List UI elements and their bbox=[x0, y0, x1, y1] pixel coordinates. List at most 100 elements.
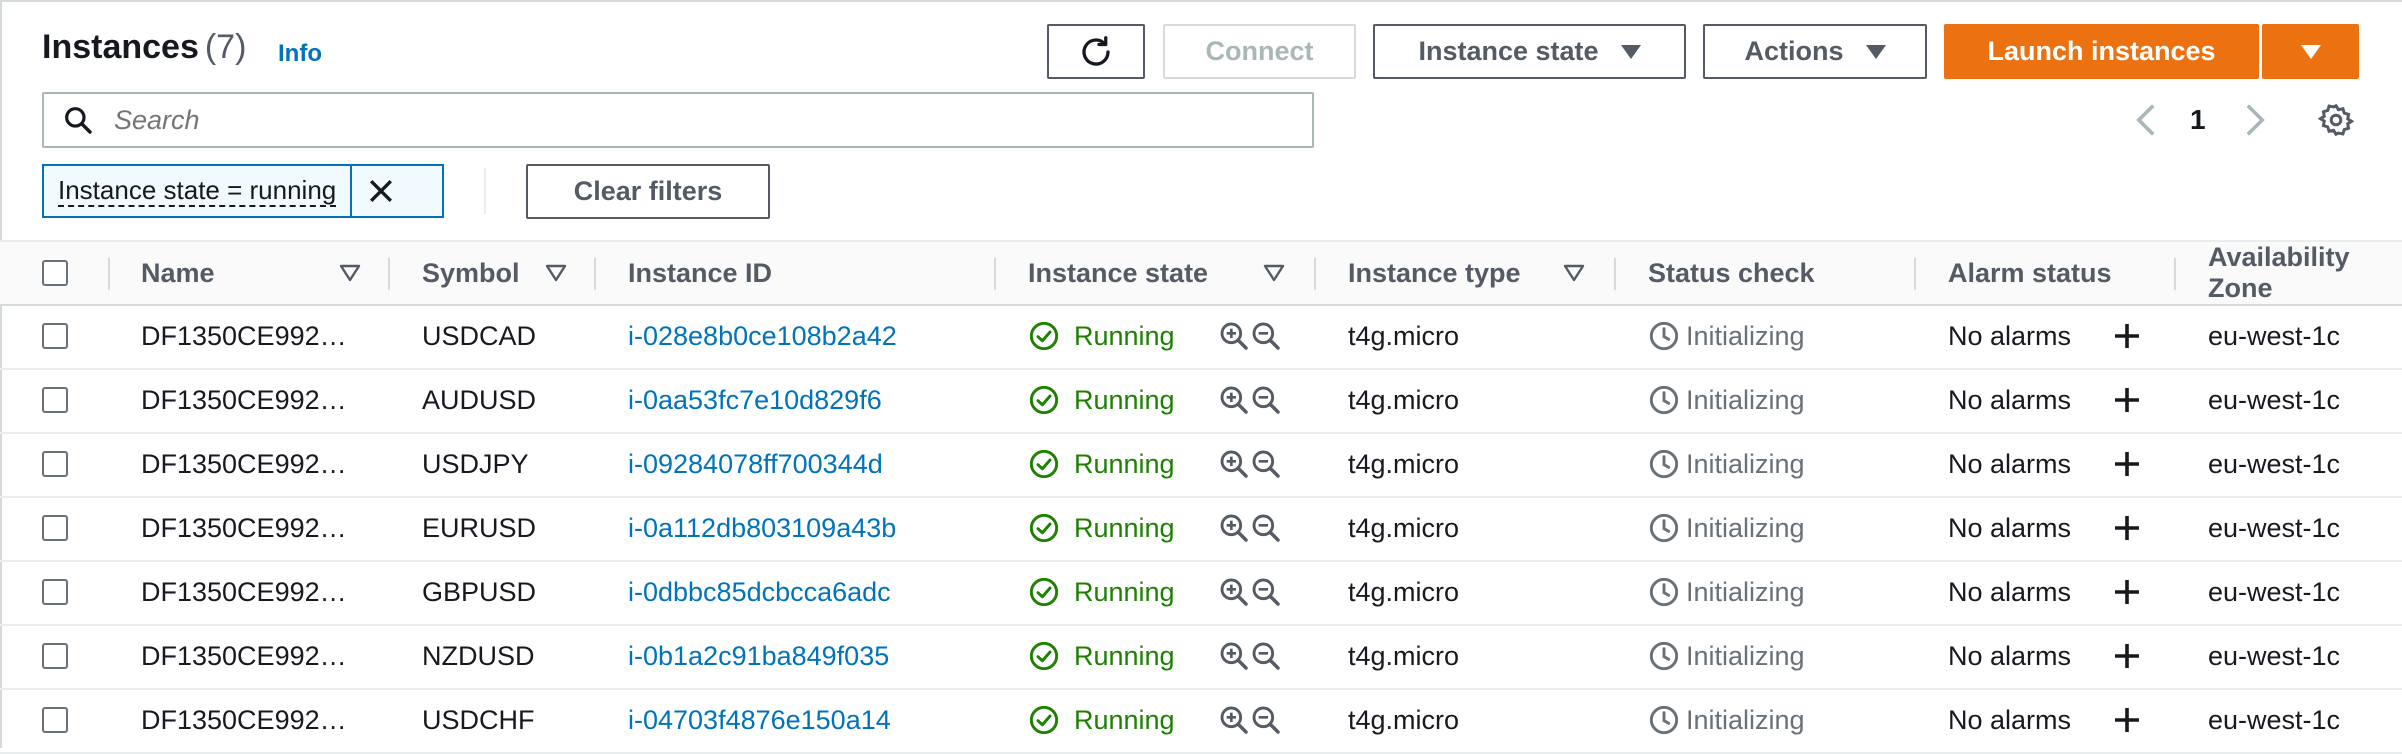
sort-icon[interactable] bbox=[339, 264, 361, 282]
instance-type: t4g.micro bbox=[1348, 576, 1460, 607]
check-circle-icon bbox=[1029, 705, 1059, 735]
row-checkbox[interactable] bbox=[42, 579, 68, 605]
info-link[interactable]: Info bbox=[278, 40, 322, 68]
clock-icon bbox=[1649, 577, 1679, 607]
column-header-name[interactable]: Name bbox=[141, 242, 215, 304]
column-separator bbox=[594, 258, 596, 290]
close-icon bbox=[370, 180, 393, 202]
search-box[interactable] bbox=[42, 92, 1314, 148]
zoom-out-icon[interactable] bbox=[1250, 448, 1282, 480]
clear-filters-button[interactable]: Clear filters bbox=[526, 164, 770, 219]
instance-id-link[interactable]: i-028e8b0ce108b2a42 bbox=[628, 304, 897, 368]
zoom-out-icon[interactable] bbox=[1250, 704, 1282, 736]
zoom-out-icon[interactable] bbox=[1250, 640, 1282, 672]
plus-icon bbox=[2115, 324, 2139, 348]
instance-state-text: Running bbox=[1074, 320, 1175, 351]
status-check-text: Initializing bbox=[1686, 448, 1805, 479]
actions-dropdown[interactable]: Actions bbox=[1703, 24, 1927, 79]
launch-options-dropdown[interactable] bbox=[2262, 24, 2359, 79]
next-page-icon[interactable] bbox=[2242, 102, 2268, 138]
column-header-instance-type[interactable]: Instance type bbox=[1348, 242, 1521, 304]
instance-id-link[interactable]: i-0dbbc85dcbcca6adc bbox=[628, 560, 891, 624]
zoom-in-icon[interactable] bbox=[1218, 640, 1250, 672]
row-checkbox[interactable] bbox=[42, 643, 68, 669]
column-header-instance-id[interactable]: Instance ID bbox=[628, 242, 772, 304]
instance-count: (7) bbox=[204, 28, 247, 66]
zoom-in-icon[interactable] bbox=[1218, 512, 1250, 544]
plus-icon bbox=[2115, 708, 2139, 732]
zoom-out-icon[interactable] bbox=[1250, 384, 1282, 416]
zoom-in-icon[interactable] bbox=[1218, 384, 1250, 416]
check-circle-icon bbox=[1029, 641, 1059, 671]
instance-type: t4g.micro bbox=[1348, 512, 1460, 543]
row-checkbox[interactable] bbox=[42, 515, 68, 541]
table-row[interactable]: DF1350CE992… USDJPY i-09284078ff700344d … bbox=[0, 432, 2402, 498]
instance-state: Running bbox=[1028, 368, 1175, 432]
sort-icon[interactable] bbox=[1263, 264, 1285, 282]
add-alarm-button[interactable] bbox=[2112, 432, 2142, 496]
add-alarm-button[interactable] bbox=[2112, 496, 2142, 560]
column-header-instance-state[interactable]: Instance state bbox=[1028, 242, 1208, 304]
add-alarm-button[interactable] bbox=[2112, 688, 2142, 752]
column-header-alarm-status[interactable]: Alarm status bbox=[1948, 242, 2112, 304]
connect-button[interactable]: Connect bbox=[1163, 24, 1356, 79]
zoom-in-icon[interactable] bbox=[1218, 448, 1250, 480]
select-all-checkbox[interactable] bbox=[42, 260, 68, 286]
instance-symbol: GBPUSD bbox=[422, 576, 537, 607]
instance-name: DF1350CE992… bbox=[141, 576, 347, 607]
remove-filter-button[interactable] bbox=[352, 166, 410, 216]
state-zoom-controls bbox=[1218, 496, 1282, 560]
column-header-availability-zone[interactable]: Availability Zone bbox=[2208, 242, 2402, 304]
table-row[interactable]: DF1350CE992… NZDUSD i-0b1a2c91ba849f035 … bbox=[0, 624, 2402, 690]
zoom-out-icon[interactable] bbox=[1250, 320, 1282, 352]
add-alarm-button[interactable] bbox=[2112, 304, 2142, 368]
table-header: Name Symbol Instance ID Instance state I… bbox=[0, 240, 2402, 306]
state-zoom-controls bbox=[1218, 688, 1282, 752]
filter-token-label[interactable]: Instance state = running bbox=[44, 166, 353, 216]
instance-id-link[interactable]: i-04703f4876e150a14 bbox=[628, 688, 891, 752]
current-page[interactable]: 1 bbox=[2190, 104, 2206, 136]
zoom-in-icon[interactable] bbox=[1218, 576, 1250, 608]
instance-symbol: USDCAD bbox=[422, 320, 537, 351]
zoom-in-icon[interactable] bbox=[1218, 320, 1250, 352]
availability-zone: eu-west-1c bbox=[2208, 384, 2341, 415]
table-row[interactable]: DF1350CE992… GBPUSD i-0dbbc85dcbcca6adc … bbox=[0, 560, 2402, 626]
add-alarm-button[interactable] bbox=[2112, 624, 2142, 688]
add-alarm-button[interactable] bbox=[2112, 368, 2142, 432]
sort-icon[interactable] bbox=[1563, 264, 1585, 282]
zoom-out-icon[interactable] bbox=[1250, 512, 1282, 544]
instance-id-link[interactable]: i-0a112db803109a43b bbox=[628, 496, 896, 560]
instance-id-link[interactable]: i-0aa53fc7e10d829f6 bbox=[628, 368, 882, 432]
instance-name: DF1350CE992… bbox=[141, 448, 347, 479]
instance-state-dropdown[interactable]: Instance state bbox=[1373, 24, 1686, 79]
instance-name: DF1350CE992… bbox=[141, 704, 347, 735]
launch-instances-button[interactable]: Launch instances bbox=[1944, 24, 2259, 79]
plus-icon bbox=[2115, 644, 2139, 668]
row-checkbox[interactable] bbox=[42, 707, 68, 733]
table-row[interactable]: DF1350CE992… AUDUSD i-0aa53fc7e10d829f6 … bbox=[0, 368, 2402, 434]
refresh-button[interactable] bbox=[1047, 24, 1145, 79]
column-separator bbox=[1914, 258, 1916, 290]
alarm-status: No alarms bbox=[1948, 320, 2072, 351]
alarm-status: No alarms bbox=[1948, 576, 2072, 607]
status-check-text: Initializing bbox=[1686, 576, 1805, 607]
search-input[interactable] bbox=[112, 103, 1296, 137]
row-checkbox[interactable] bbox=[42, 323, 68, 349]
table-row[interactable]: DF1350CE992… USDCHF i-04703f4876e150a14 … bbox=[0, 688, 2402, 754]
row-checkbox[interactable] bbox=[42, 387, 68, 413]
instance-id-link[interactable]: i-09284078ff700344d bbox=[628, 432, 883, 496]
check-circle-icon bbox=[1029, 513, 1059, 543]
clock-icon bbox=[1649, 385, 1679, 415]
gear-icon[interactable] bbox=[2318, 102, 2354, 138]
table-row[interactable]: DF1350CE992… EURUSD i-0a112db803109a43b … bbox=[0, 496, 2402, 562]
row-checkbox[interactable] bbox=[42, 451, 68, 477]
zoom-in-icon[interactable] bbox=[1218, 704, 1250, 736]
sort-icon[interactable] bbox=[545, 264, 567, 282]
previous-page-icon[interactable] bbox=[2133, 102, 2159, 138]
instance-id-link[interactable]: i-0b1a2c91ba849f035 bbox=[628, 624, 889, 688]
column-header-symbol[interactable]: Symbol bbox=[422, 242, 520, 304]
table-row[interactable]: DF1350CE992… USDCAD i-028e8b0ce108b2a42 … bbox=[0, 304, 2402, 370]
add-alarm-button[interactable] bbox=[2112, 560, 2142, 624]
zoom-out-icon[interactable] bbox=[1250, 576, 1282, 608]
column-header-status-check[interactable]: Status check bbox=[1648, 242, 1815, 304]
